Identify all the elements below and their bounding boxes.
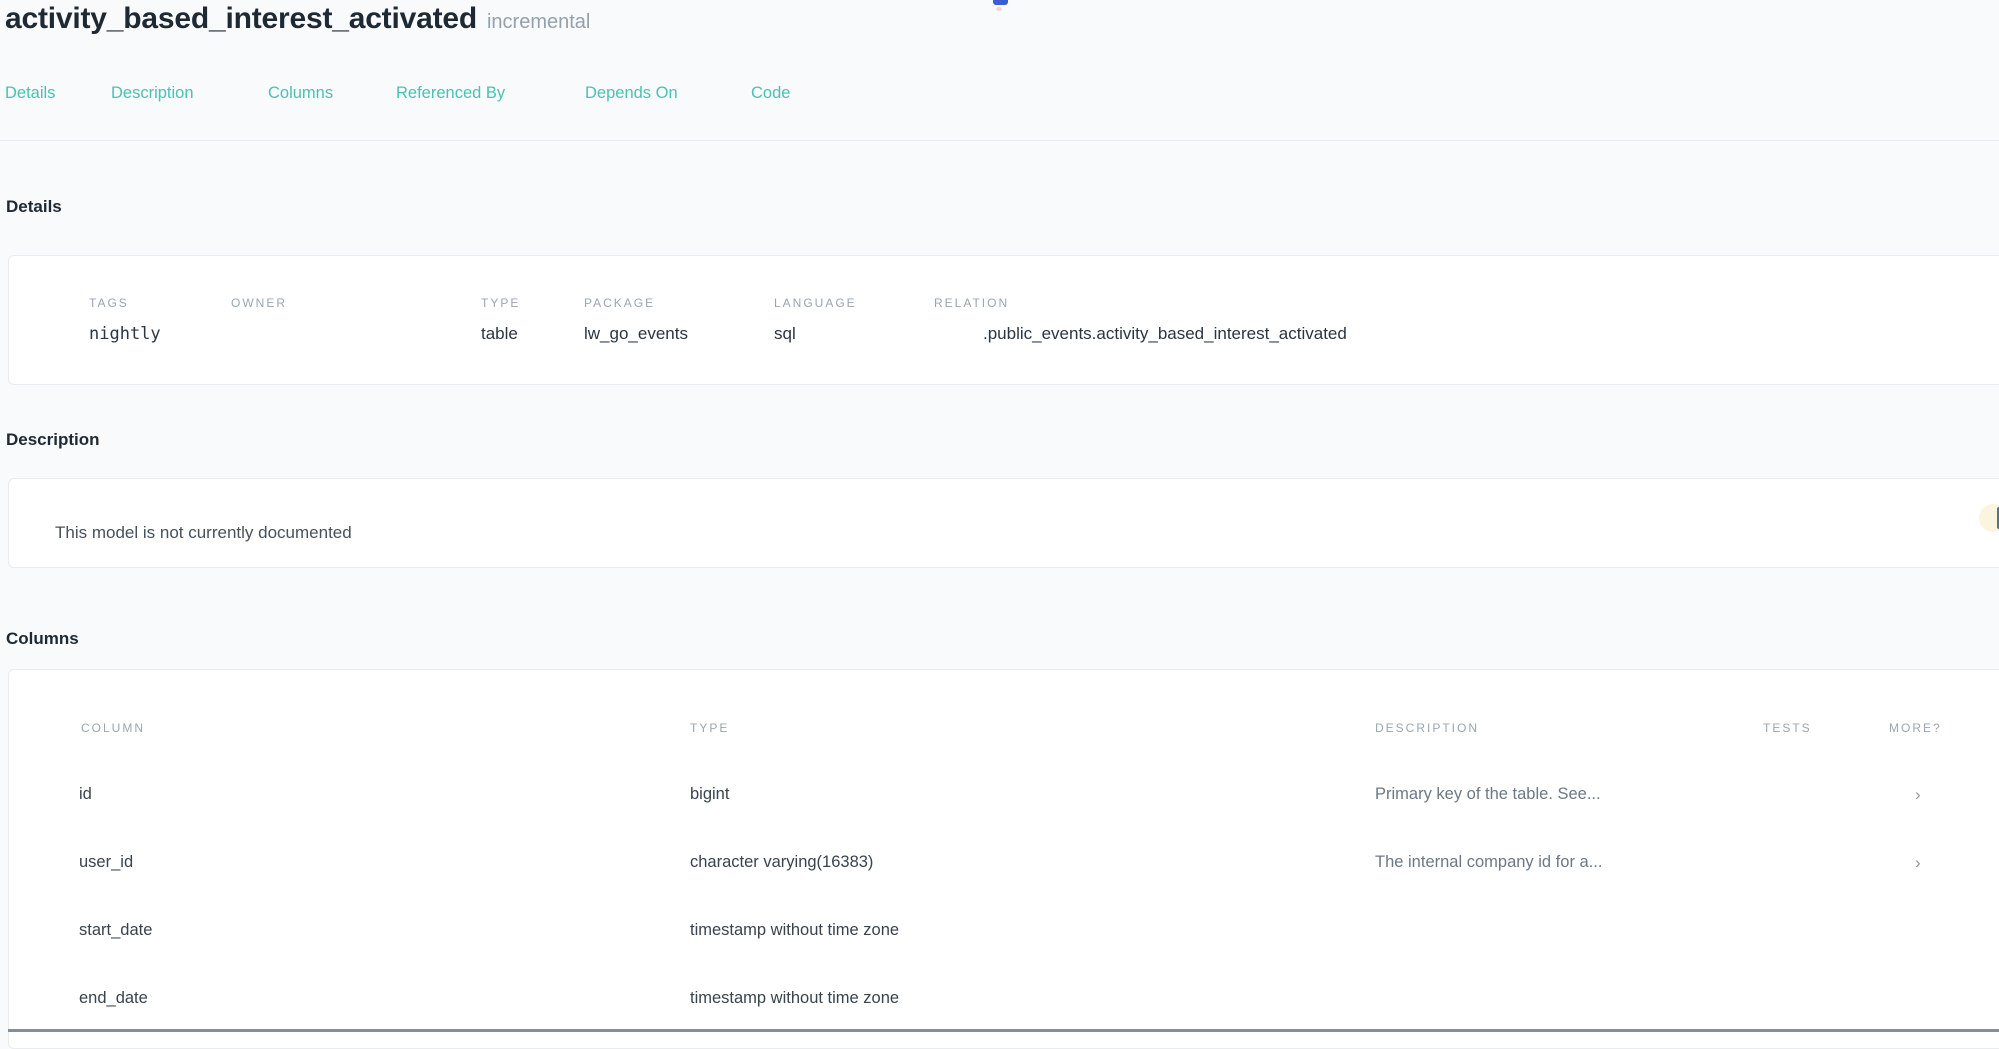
type-label: TYPE [481, 296, 520, 310]
column-type: bigint [690, 785, 729, 804]
column-row-id[interactable]: id bigint Primary key of the table. See.… [9, 778, 1999, 818]
materialization-badge: incremental [487, 11, 590, 33]
tag-link-nightly[interactable]: nightly [89, 324, 161, 344]
column-type: timestamp without time zone [690, 921, 899, 940]
column-name: end_date [79, 989, 148, 1008]
nav-tab-depends-on[interactable]: Depends On [585, 84, 678, 103]
description-text: This model is not currently documented [55, 523, 352, 543]
col-header-description: DESCRIPTION [1375, 721, 1479, 735]
relation-value: .public_events.activity_based_interest_a… [983, 324, 1347, 344]
chevron-right-icon[interactable]: › [1915, 785, 1921, 805]
clipped-top-artifact [993, 0, 1008, 5]
column-name: id [79, 785, 92, 804]
page-title: activity_based_interest_activated [5, 2, 477, 35]
column-type: timestamp without time zone [690, 989, 899, 1008]
description-card: This model is not currently documented [8, 478, 1999, 568]
col-header-type: TYPE [690, 721, 729, 735]
description-section-heading: Description [6, 430, 100, 450]
language-label: LANGUAGE [774, 296, 857, 310]
columns-card: COLUMN TYPE DESCRIPTION TESTS MORE? id b… [8, 669, 1999, 1049]
package-value: lw_go_events [584, 324, 688, 344]
nav-tab-description[interactable]: Description [111, 84, 194, 103]
column-row-end-date[interactable]: end_date timestamp without time zone [9, 982, 1999, 1022]
relation-label: RELATION [934, 296, 1009, 310]
type-value: table [481, 324, 518, 344]
chevron-right-icon[interactable]: › [1915, 853, 1921, 873]
column-description: The internal company id for a... [1375, 853, 1602, 872]
nav-tab-details[interactable]: Details [5, 84, 55, 103]
col-header-more: MORE? [1889, 721, 1942, 735]
col-header-tests: TESTS [1763, 721, 1812, 735]
column-row-user-id[interactable]: user_id character varying(16383) The int… [9, 846, 1999, 886]
nav-tab-columns[interactable]: Columns [268, 84, 333, 103]
col-header-column: COLUMN [81, 721, 145, 735]
section-nav: Details Description Columns Referenced B… [0, 84, 1999, 108]
details-section-heading: Details [6, 197, 62, 217]
nav-tab-referenced-by[interactable]: Referenced By [396, 84, 505, 103]
clipped-top-artifact-dot [996, 7, 1002, 11]
language-value: sql [774, 324, 796, 344]
column-name: start_date [79, 921, 152, 940]
column-description: Primary key of the table. See... [1375, 785, 1601, 804]
nav-tab-code[interactable]: Code [751, 84, 790, 103]
package-label: PACKAGE [584, 296, 655, 310]
header-divider [0, 140, 1999, 141]
screenshot-bottom-edge [8, 1029, 1999, 1032]
tags-label: TAGS [89, 296, 129, 310]
owner-label: OWNER [231, 296, 287, 310]
columns-section-heading: Columns [6, 629, 79, 649]
column-name: user_id [79, 853, 133, 872]
column-type: character varying(16383) [690, 853, 873, 872]
details-card: TAGS nightly OWNER TYPE table PACKAGE lw… [8, 255, 1999, 385]
clipped-edge-button[interactable] [1979, 504, 1999, 532]
page-header: activity_based_interest_activated increme… [5, 2, 590, 36]
column-row-start-date[interactable]: start_date timestamp without time zone [9, 914, 1999, 954]
